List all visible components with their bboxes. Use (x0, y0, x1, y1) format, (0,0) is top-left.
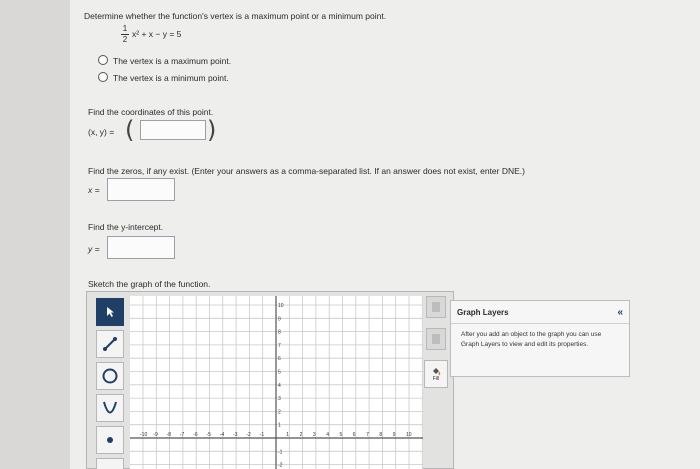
line-icon (103, 337, 117, 351)
y-tick-label: 4 (278, 383, 281, 389)
circle-tool[interactable] (96, 362, 124, 390)
x-tick-label: -6 (193, 432, 198, 438)
delete-tool[interactable] (426, 296, 446, 318)
fill-tool[interactable]: Fill (424, 360, 448, 388)
y-tick-label: 9 (278, 316, 281, 322)
graph-layers-body: After you add an object to the graph you… (461, 331, 602, 348)
parabola-icon (103, 401, 117, 414)
point-tool[interactable] (96, 426, 124, 454)
x-tick-label: 7 (366, 432, 369, 438)
x-tick-label: -2 (246, 432, 251, 438)
graph-layers-panel: Graph Layers « After you add an object t… (450, 300, 630, 377)
fill-icon (433, 368, 441, 376)
x-tick-label: 3 (313, 432, 316, 438)
sketch-label: Sketch the graph of the function. (88, 279, 211, 289)
zeros-label: Find the zeros, if any exist. (Enter you… (88, 166, 525, 176)
x-tick-label: 9 (393, 432, 396, 438)
y-tick-label: 3 (278, 396, 281, 402)
x-tick-label: 10 (406, 432, 412, 438)
clear-tool[interactable] (426, 328, 446, 350)
question-prompt: Determine whether the function's vertex … (84, 11, 387, 21)
fraction-denominator: 2 (122, 35, 128, 44)
radio-maximum[interactable] (98, 55, 108, 65)
zeros-var-label: x = (88, 185, 100, 195)
y-tick-label: 5 (278, 370, 281, 376)
x-tick-label: 1 (286, 432, 289, 438)
clear-icon (432, 334, 440, 344)
collapse-icon[interactable]: « (617, 307, 623, 318)
x-tick-label: 5 (340, 432, 343, 438)
equation: 1 2 x² + x − y = 5 (120, 24, 240, 44)
x-tick-label: -1 (260, 432, 265, 438)
y-tick-label: 8 (278, 330, 281, 336)
option-minimum-label: The vertex is a minimum point. (113, 73, 229, 83)
graph-canvas[interactable]: 10 9 8 7 6 5 4 3 2 1 -1 -2 -10 -9 -8 -7 -6 -5 -4 -3 -2 -1 1 2 3… (130, 296, 423, 469)
x-tick-label: 4 (326, 432, 329, 438)
xy-label: (x, y) = (88, 127, 115, 137)
fill-label: Fill (432, 376, 440, 382)
graph-layers-header: Graph Layers « (451, 301, 629, 324)
delete-icon (432, 302, 440, 312)
yint-var-label: y = (88, 244, 100, 254)
y-tick-label: 2 (278, 409, 281, 415)
more-tool[interactable] (96, 458, 124, 469)
line-tool[interactable] (96, 330, 124, 358)
x-tick-label: -7 (180, 432, 185, 438)
y-tick-label: 10 (278, 303, 284, 309)
question-page: Determine whether the function's vertex … (70, 0, 700, 469)
parabola-tool[interactable] (96, 394, 124, 422)
y-tick-label: -2 (278, 463, 283, 469)
x-tick-label: -9 (153, 432, 158, 438)
x-tick-label: -5 (207, 432, 212, 438)
x-tick-label: -3 (233, 432, 238, 438)
coords-label: Find the coordinates of this point. (88, 107, 214, 117)
x-tick-label: -4 (220, 432, 225, 438)
x-tick-label: -10 (140, 432, 147, 438)
radio-minimum[interactable] (98, 72, 108, 82)
point-icon (107, 437, 113, 443)
zeros-input[interactable] (107, 178, 175, 201)
graph-layers-title: Graph Layers (457, 307, 509, 317)
open-paren: ( (125, 116, 135, 144)
yint-label: Find the y-intercept. (88, 222, 164, 232)
y-tick-label: 6 (278, 356, 281, 362)
x-tick-label: 8 (379, 432, 382, 438)
y-tick-label: 1 (278, 423, 281, 429)
x-tick-label: 2 (300, 432, 303, 438)
equation-rest: x² + x − y = 5 (132, 29, 182, 39)
x-tick-label: 6 (353, 432, 356, 438)
y-tick-label: -1 (278, 449, 283, 455)
pointer-tool[interactable] (96, 298, 124, 326)
y-tick-label: 7 (278, 343, 281, 349)
circle-icon (102, 368, 118, 384)
yint-input[interactable] (107, 236, 175, 259)
close-paren: ) (207, 116, 217, 144)
x-tick-label: -8 (167, 432, 172, 438)
fraction-numerator: 1 (122, 24, 128, 33)
pointer-icon (107, 307, 114, 317)
option-maximum-label: The vertex is a maximum point. (113, 56, 232, 66)
coords-input[interactable] (140, 120, 206, 140)
